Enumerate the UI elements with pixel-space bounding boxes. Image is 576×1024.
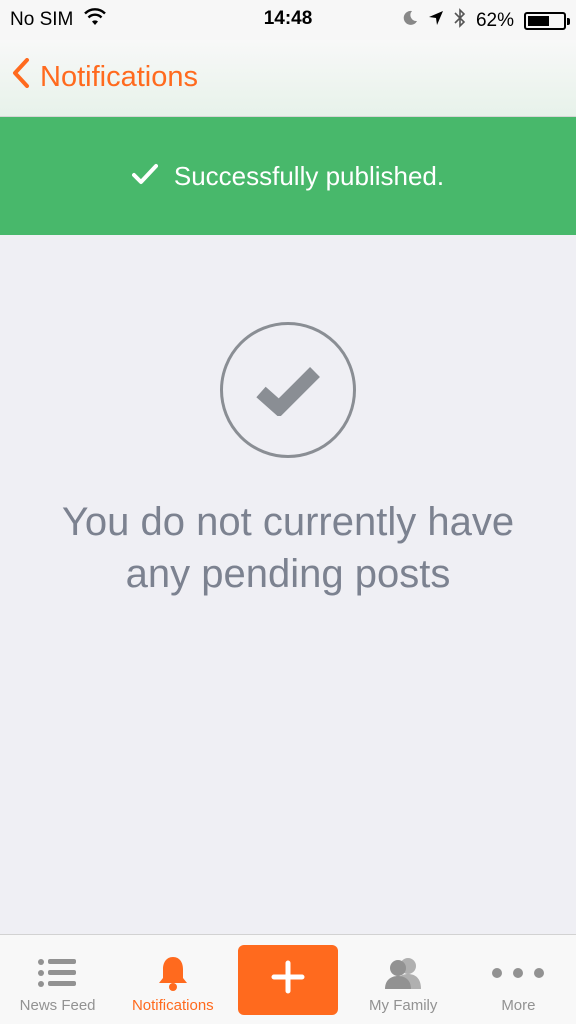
battery-fill xyxy=(528,16,549,26)
empty-state-message: You do not currently have any pending po… xyxy=(61,500,515,596)
moon-icon xyxy=(402,10,418,32)
tab-label: Notifications xyxy=(131,997,214,1014)
tab-label: More xyxy=(501,997,536,1014)
banner-message: Successfully published. xyxy=(173,160,445,191)
tab-label: My Family xyxy=(369,997,438,1014)
status-bar: No SIM 14:48 62% xyxy=(0,0,576,40)
tab-news-feed[interactable]: News Feed xyxy=(0,935,115,1024)
tab-add xyxy=(230,935,345,1024)
battery-percent: 62% xyxy=(475,10,514,31)
back-button[interactable]: Notifications xyxy=(12,58,198,96)
checkmark-icon xyxy=(131,161,158,192)
plus-icon xyxy=(271,960,305,999)
location-arrow-icon xyxy=(428,10,444,32)
tab-more[interactable]: More xyxy=(461,935,576,1024)
people-icon xyxy=(383,953,423,993)
check-circle-icon xyxy=(220,322,356,458)
bell-icon xyxy=(157,953,189,993)
tab-bar: News Feed Notifications My Family More xyxy=(0,934,576,1024)
success-banner: Successfully published. xyxy=(0,117,576,235)
tab-label: News Feed xyxy=(19,997,96,1014)
page-title: Notifications xyxy=(40,60,198,93)
navigation-bar: Notifications xyxy=(0,40,576,117)
ellipsis-icon xyxy=(491,953,545,993)
empty-state: You do not currently have any pending po… xyxy=(0,322,576,600)
add-post-button[interactable] xyxy=(238,944,338,1015)
bluetooth-icon xyxy=(454,8,466,34)
chevron-left-icon xyxy=(12,58,30,96)
battery-icon xyxy=(524,12,570,30)
tab-my-family[interactable]: My Family xyxy=(346,935,461,1024)
list-icon xyxy=(37,953,78,993)
tab-notifications[interactable]: Notifications xyxy=(115,935,230,1024)
